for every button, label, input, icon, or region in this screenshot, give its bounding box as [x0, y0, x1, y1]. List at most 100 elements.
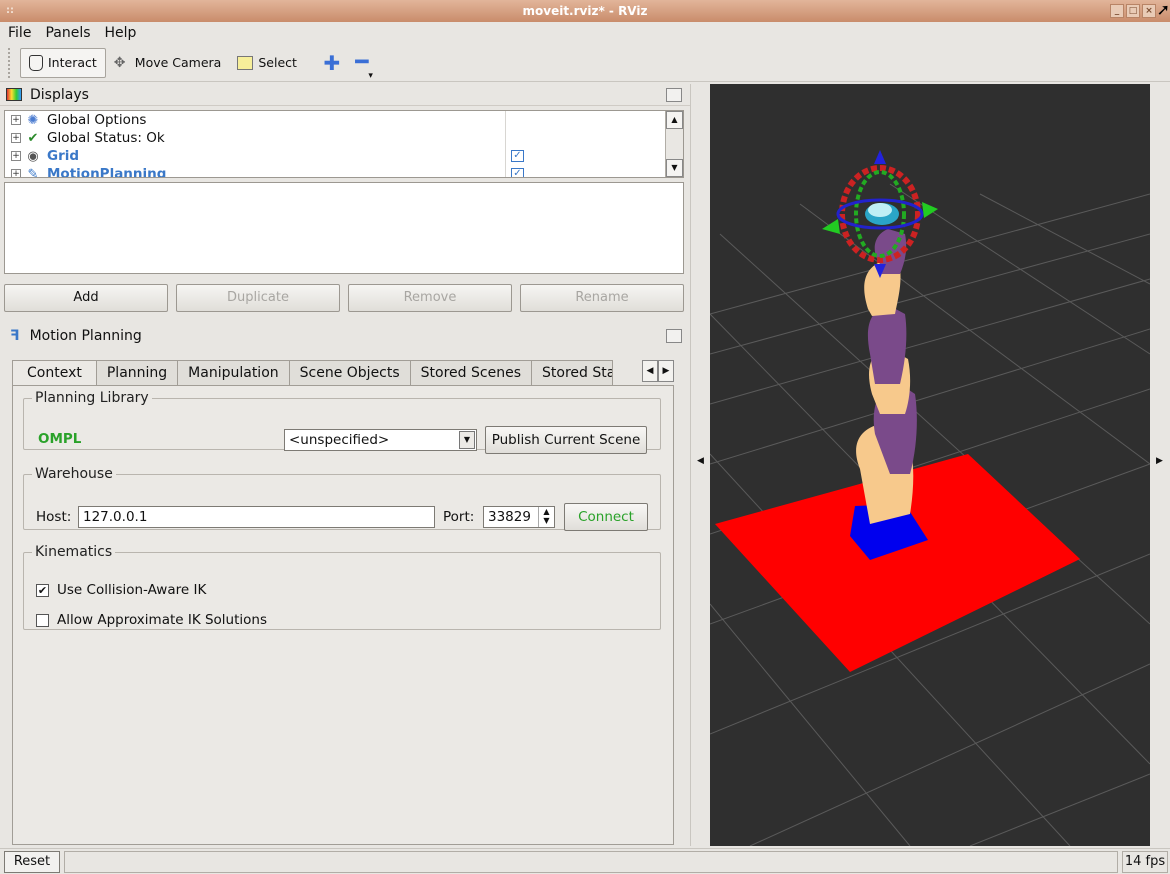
tab-planning[interactable]: Planning — [95, 360, 179, 386]
tool-select-label: Select — [258, 55, 297, 70]
reset-button[interactable]: Reset — [4, 851, 60, 873]
window-title: moveit.rviz* - RViz — [522, 4, 648, 18]
arm-icon: ✎ — [27, 166, 39, 178]
rename-button[interactable]: Rename — [520, 284, 684, 312]
expand-icon[interactable]: + — [11, 133, 21, 143]
tab-stored-states[interactable]: Stored Stat — [531, 360, 613, 386]
displays-header: Displays — [0, 84, 690, 106]
tab-context[interactable]: Context — [12, 360, 97, 386]
float-panel-button[interactable] — [666, 329, 682, 343]
tree-row-label: MotionPlanning — [47, 166, 167, 178]
tree-row-label: Global Status: Ok — [47, 130, 165, 146]
displays-button-row: Add Duplicate Remove Rename — [4, 284, 684, 312]
window-titlebar: :: moveit.rviz* - RViz _ □ × — [0, 0, 1170, 22]
host-label: Host: — [36, 509, 72, 525]
robot-link-4 — [867, 306, 907, 384]
eye-icon: ◉ — [27, 148, 39, 164]
tab-stored-scenes[interactable]: Stored Scenes — [409, 360, 532, 386]
maximize-icon[interactable]: □ — [1126, 4, 1140, 18]
close-icon[interactable]: × — [1142, 4, 1156, 18]
scroll-down-icon[interactable]: ▼ — [666, 159, 683, 177]
port-spinbox[interactable]: 33829 ▲ ▼ — [483, 506, 555, 528]
tools-toolbar: Interact ✥ Move Camera Select ✚ ━ — [0, 44, 1170, 82]
duplicate-button[interactable]: Duplicate — [176, 284, 340, 312]
tree-row[interactable]: + ✎ MotionPlanning ✓ — [5, 165, 683, 178]
tab-right-icon[interactable]: ▶ — [658, 360, 674, 382]
motion-planning-tabs: Context Planning Manipulation Scene Obje… — [12, 360, 674, 386]
tree-row[interactable]: + ✔ Global Status: Ok — [5, 129, 683, 147]
chevron-down-icon[interactable]: ▼ — [459, 431, 475, 449]
grid-enabled-checkbox[interactable]: ✓ — [511, 150, 524, 162]
tree-scrollbar[interactable]: ▲ ▼ — [665, 111, 683, 177]
motion-planning-icon: ꟻ — [10, 328, 20, 344]
render-3d-viewport[interactable] — [710, 84, 1150, 846]
scene-render — [710, 150, 1150, 846]
kinematics-group: Kinematics ✔ Use Collision-Aware IK Allo… — [23, 544, 661, 630]
planner-select-value: <unspecified> — [289, 432, 390, 448]
approx-ik-row[interactable]: Allow Approximate IK Solutions — [36, 612, 267, 628]
menu-file[interactable]: File — [8, 25, 31, 41]
tree-row[interactable]: + ◉ Grid ✓ — [5, 147, 683, 165]
check-icon: ✔ — [27, 130, 39, 146]
menu-help[interactable]: Help — [105, 25, 137, 41]
expand-icon[interactable]: + — [11, 115, 21, 125]
tool-interact[interactable]: Interact — [20, 47, 106, 78]
publish-current-scene-button[interactable]: Publish Current Scene — [485, 426, 647, 454]
property-description-box — [4, 182, 684, 274]
spin-arrows-icon[interactable]: ▲ ▼ — [538, 507, 554, 527]
window-menu-label[interactable]: :: — [6, 0, 14, 22]
end-effector-top — [868, 203, 892, 217]
port-label: Port: — [443, 509, 475, 525]
tree-row-label: Global Options — [47, 112, 147, 128]
planning-library-legend: Planning Library — [35, 390, 149, 406]
planner-select[interactable]: <unspecified> ▼ — [284, 429, 477, 451]
dock-splitter[interactable]: ◀ — [690, 84, 710, 846]
collision-aware-ik-label: Use Collision-Aware IK — [57, 582, 207, 598]
displays-tree: + ✺ Global Options + ✔ Global Status: Ok… — [4, 110, 684, 178]
status-bar: Reset 14 fps — [0, 848, 1170, 874]
expand-right-icon[interactable]: ▶ — [1156, 456, 1163, 466]
approx-ik-checkbox[interactable] — [36, 613, 49, 627]
window-controls: _ □ × — [1110, 4, 1156, 18]
collision-aware-ik-checkbox[interactable]: ✔ — [36, 583, 49, 597]
port-value: 33829 — [488, 509, 531, 525]
tab-scene-objects[interactable]: Scene Objects — [288, 360, 411, 386]
tab-manipulation[interactable]: Manipulation — [177, 360, 290, 386]
tree-row-label: Grid — [47, 148, 80, 164]
connect-button[interactable]: Connect — [564, 503, 648, 531]
move-camera-icon: ✥ — [113, 54, 126, 71]
expand-icon[interactable]: + — [11, 151, 21, 161]
displays-title: Displays — [30, 86, 89, 103]
toolbar-grip[interactable] — [8, 47, 14, 78]
tab-scroll-arrows: ◀ ▶ — [642, 360, 674, 382]
add-button[interactable]: Add — [4, 284, 168, 312]
tool-move-camera[interactable]: ✥ Move Camera — [106, 48, 230, 78]
collapse-left-icon[interactable]: ◀ — [697, 456, 704, 466]
expand-icon[interactable]: + — [11, 169, 21, 177]
plus-icon[interactable]: ✚ — [317, 51, 347, 75]
scroll-up-icon[interactable]: ▲ — [666, 111, 683, 129]
tool-select[interactable]: Select — [229, 48, 305, 78]
select-icon — [237, 55, 254, 70]
tool-move-camera-label: Move Camera — [134, 55, 222, 70]
mouse-cursor-icon: ➚ — [1156, 0, 1170, 19]
minimize-icon[interactable]: _ — [1110, 4, 1124, 18]
float-panel-button[interactable] — [666, 87, 682, 102]
fps-readout: 14 fps — [1122, 851, 1168, 873]
tree-row[interactable]: + ✺ Global Options — [5, 111, 683, 129]
motionplanning-enabled-checkbox[interactable]: ✓ — [511, 168, 524, 177]
host-input[interactable]: 127.0.0.1 — [78, 506, 435, 528]
planning-library-name: OMPL — [38, 431, 82, 447]
approx-ik-label: Allow Approximate IK Solutions — [57, 612, 268, 628]
context-tab-body: Planning Library OMPL <unspecified> ▼ Pu… — [12, 385, 674, 845]
tab-left-icon[interactable]: ◀ — [642, 360, 658, 382]
left-dock: Displays + ✺ Global Options + ✔ Global S… — [0, 84, 690, 846]
minus-icon[interactable]: ━ — [347, 50, 377, 81]
collision-aware-ik-row[interactable]: ✔ Use Collision-Aware IK — [36, 582, 206, 598]
remove-button[interactable]: Remove — [348, 284, 512, 312]
menu-bar: File Panels Help — [0, 22, 1170, 44]
monitor-icon — [6, 88, 22, 101]
menu-panels[interactable]: Panels — [45, 25, 90, 41]
hand-icon — [29, 54, 43, 71]
kinematics-legend: Kinematics — [35, 544, 113, 560]
